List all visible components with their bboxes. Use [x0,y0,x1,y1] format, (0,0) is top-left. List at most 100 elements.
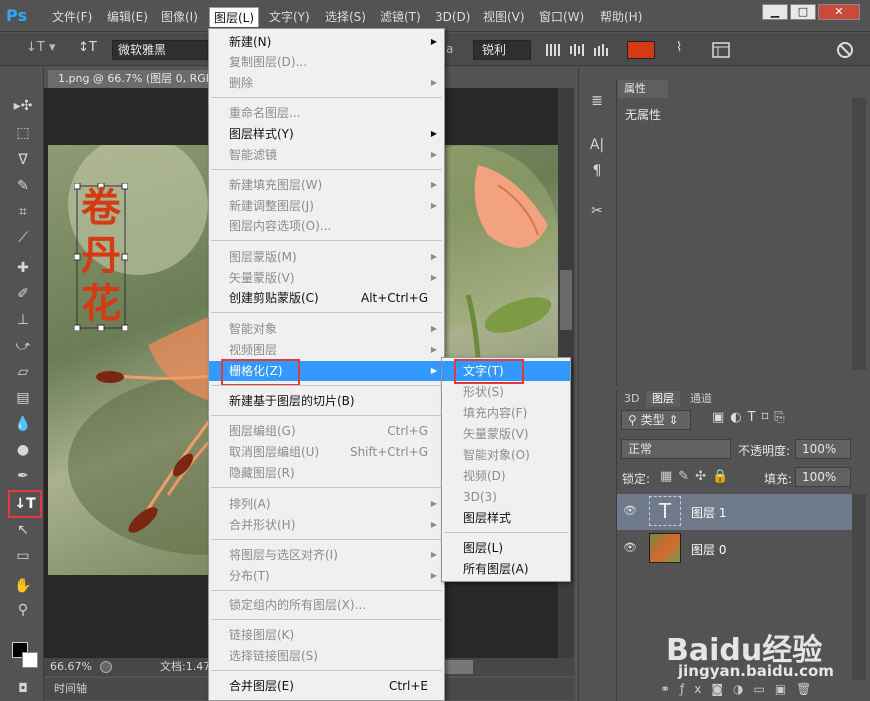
dodge-tool-icon[interactable]: ● [12,440,34,460]
menu-filter[interactable]: 滤镜(T) [376,7,425,27]
menu-select[interactable]: 选择(S) [321,7,370,27]
menu-item-layer-style[interactable]: 图层样式(Y) ▶ [209,124,444,144]
submenu-item-video[interactable]: 视频(D) [442,466,570,486]
menu-item-link-layers[interactable]: 链接图层(K) [209,625,444,645]
menu-item-new-fill-layer[interactable]: 新建填充图层(W) ▶ [209,175,444,195]
quick-mask-icon[interactable]: ◘ [12,678,34,698]
eraser-tool-icon[interactable]: ▱ [12,362,34,382]
background-color[interactable] [22,652,38,668]
brush-tool-icon[interactable]: ✐ [12,284,34,304]
layers-footer-icons[interactable]: ⚭ƒx◙◑▭▣🗑 [660,682,821,696]
submenu-item-layer-style[interactable]: 图层样式 [442,508,570,528]
menu-item-combine-shapes[interactable]: 合并形状(H) ▶ [209,515,444,535]
type-tool-icon[interactable]: ↓T [8,490,42,518]
menu-item-layer-content-options[interactable]: 图层内容选项(O)... [209,216,444,236]
menu-3d[interactable]: 3D(D) [431,7,474,27]
menu-item-arrange[interactable]: 排列(A) ▶ [209,494,444,514]
path-select-tool-icon[interactable]: ↖ [12,520,34,540]
submenu-item-3d[interactable]: 3D(3) [442,487,570,507]
align-left-icon[interactable] [542,40,564,60]
align-center-icon[interactable] [566,40,588,60]
layers-scrollbar[interactable] [852,494,866,680]
zoom-tool-icon[interactable]: ⚲ [12,600,34,620]
scrollbar-thumb[interactable] [560,270,572,330]
layer-row[interactable]: 👁 T 图层 1 [617,494,852,530]
zoom-level[interactable]: 66.67% [50,658,92,676]
menu-item-align-layers-to-selection[interactable]: 将图层与选区对齐(I) ▶ [209,545,444,565]
status-info-icon[interactable] [100,661,112,673]
menu-item-rename-layer[interactable]: 重命名图层... [209,103,444,123]
menu-type[interactable]: 文字(Y) [265,7,314,27]
menu-item-hide-layers[interactable]: 隐藏图层(R) [209,463,444,483]
menu-item-lock-all-layers-in-group[interactable]: 锁定组内的所有图层(X)... [209,595,444,615]
menu-item-new[interactable]: 新建(N) ▶ [209,32,444,52]
rectangle-tool-icon[interactable]: ▭ [12,546,34,566]
eye-icon[interactable]: 👁 [623,541,637,554]
pen-tool-icon[interactable]: ✒ [12,466,34,486]
menu-help[interactable]: 帮助(H) [596,7,646,27]
blur-tool-icon[interactable]: 💧 [12,414,34,434]
layer-row[interactable]: 👁 图层 0 [617,531,852,567]
maximize-button[interactable]: □ [790,4,816,20]
menu-layer[interactable]: 图层(L) [209,7,260,27]
submenu-item-vector-mask[interactable]: 矢量蒙版(V) [442,424,570,444]
align-right-icon[interactable] [590,40,612,60]
menu-item-smart-object[interactable]: 智能对象 ▶ [209,319,444,339]
menu-item-merge-layers[interactable]: 合并图层(E) Ctrl+E [209,676,444,696]
paragraph-styles-icon[interactable]: ≣ [585,90,609,112]
menu-window[interactable]: 窗口(W) [535,7,588,27]
opacity-field[interactable]: 100% [795,439,851,459]
submenu-item-shape[interactable]: 形状(S) [442,382,570,402]
timeline-label[interactable]: 时间轴 [54,678,87,700]
healing-tool-icon[interactable]: ✚ [12,258,34,278]
menu-item-new-layer-based-slice[interactable]: 新建基于图层的切片(B) [209,391,444,411]
menu-view[interactable]: 视图(V) [479,7,529,27]
text-tool-preset-icon[interactable]: ↓T ▾ [26,40,56,55]
character-panel-icon[interactable]: A| [585,134,609,156]
lock-icons[interactable]: ▦✎✣🔒 [660,469,734,484]
layer-name[interactable]: 图层 0 [691,541,726,558]
submenu-item-fill-content[interactable]: 填充内容(F) [442,403,570,423]
menu-item-new-adjustment-layer[interactable]: 新建调整图层(J) ▶ [209,196,444,216]
submenu-item-layer[interactable]: 图层(L) [442,538,570,558]
close-button[interactable]: ✕ [818,4,860,20]
tab-channels[interactable]: 通道 [684,391,718,407]
stamp-tool-icon[interactable]: ⊥ [12,310,34,330]
menu-item-group-layers[interactable]: 图层编组(G) Ctrl+G [209,421,444,441]
crop-tool-icon[interactable]: ⌗ [12,202,34,222]
menu-item-delete[interactable]: 删除 ▶ [209,73,444,93]
hand-tool-icon[interactable]: ✋ [12,576,34,596]
menu-item-duplicate-layer[interactable]: 复制图层(D)... [209,52,444,72]
layer-filter-select[interactable]: ⚲ 类型 ⇕ [621,410,691,430]
menu-item-video-layer[interactable]: 视频图层 ▶ [209,340,444,360]
quick-select-tool-icon[interactable]: ✎ [12,176,34,196]
marquee-tool-icon[interactable]: ⬚ [12,123,34,143]
menu-item-create-clipping-mask[interactable]: 创建剪贴蒙版(C) Alt+Ctrl+G [209,288,444,308]
eyedropper-tool-icon[interactable]: ⟋ [12,228,34,248]
menu-item-layer-mask[interactable]: 图层蒙版(M) ▶ [209,247,444,267]
horizontal-scrollbar-thumb[interactable] [445,660,473,674]
minimize-button[interactable]: ▁ [762,4,788,20]
layer-filter-icons[interactable]: ▣◐T⌑⎘ [712,410,791,425]
paragraph-panel-icon[interactable]: ¶ [585,160,609,182]
eye-icon[interactable]: 👁 [623,504,637,517]
tab-3d[interactable]: 3D [618,391,645,407]
menu-item-vector-mask[interactable]: 矢量蒙版(V) ▶ [209,268,444,288]
gradient-tool-icon[interactable]: ▤ [12,388,34,408]
tool-presets-icon[interactable]: ✂ [585,200,609,222]
move-tool-icon[interactable]: ▸✣ [12,96,34,116]
properties-tab[interactable]: 属性 [618,80,668,98]
layer-name[interactable]: 图层 1 [691,504,726,521]
lasso-tool-icon[interactable]: ᐁ [12,150,34,170]
tab-layers[interactable]: 图层 [646,391,680,407]
menu-item-smart-filter[interactable]: 智能滤镜 ▶ [209,145,444,165]
antialias-select[interactable]: 锐利 [473,40,531,60]
menu-item-ungroup-layers[interactable]: 取消图层编组(U) Shift+Ctrl+G [209,442,444,462]
properties-scrollbar[interactable] [852,98,866,370]
menu-image[interactable]: 图像(I) [157,7,202,27]
blend-mode-select[interactable]: 正常 [621,439,731,459]
menu-file[interactable]: 文件(F) [48,7,96,27]
text-orientation-icon[interactable]: ↕T [78,40,97,55]
cancel-icon[interactable] [836,41,854,59]
panels-toggle-icon[interactable] [712,42,730,58]
